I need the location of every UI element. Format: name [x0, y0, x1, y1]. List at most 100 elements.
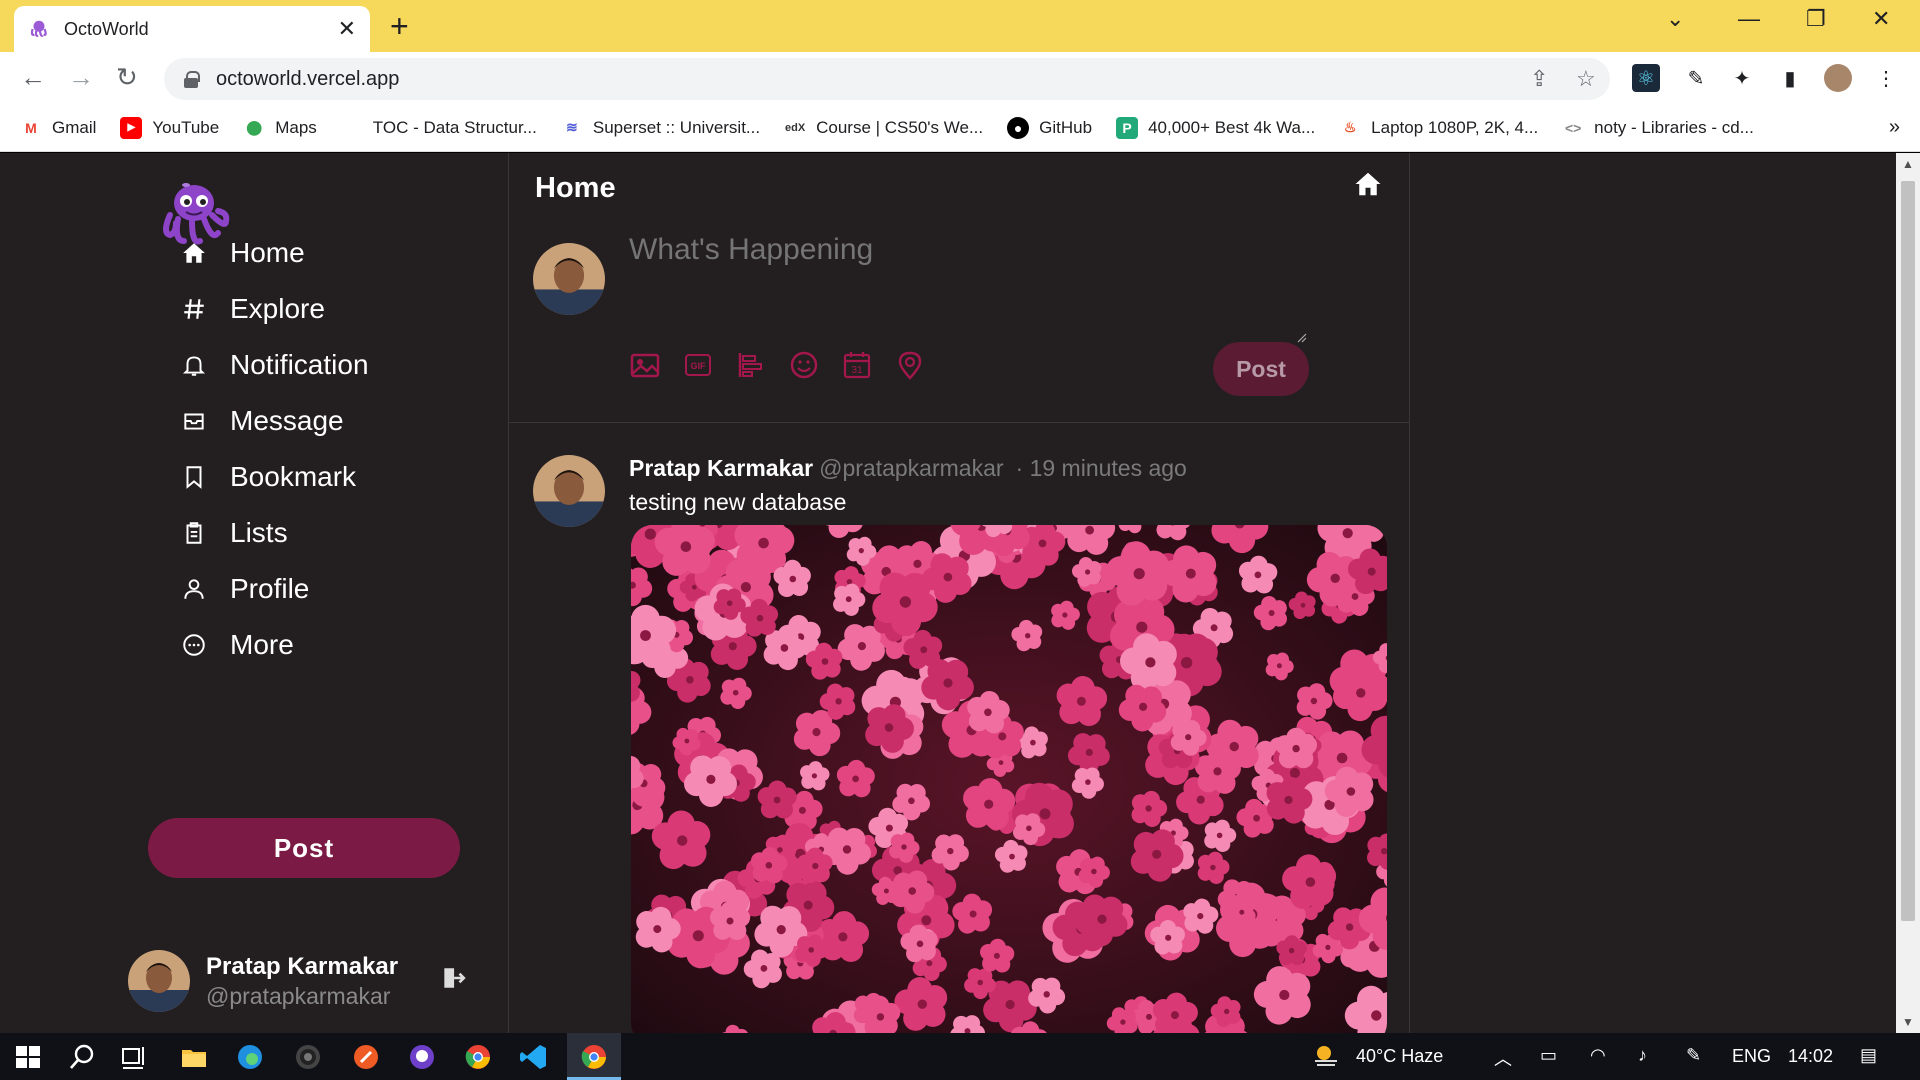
extension-tool-icon[interactable]: ✎ [1682, 64, 1710, 92]
nav-item-home[interactable]: Home [180, 237, 305, 269]
nav-item-notification[interactable]: Notification [180, 349, 369, 381]
account-name: Pratap Karmakar [206, 952, 399, 980]
location-icon[interactable] [894, 349, 926, 381]
side-panel-icon[interactable]: ▮ [1776, 64, 1804, 92]
chrome-active-icon[interactable] [578, 1041, 610, 1073]
edge-icon[interactable] [234, 1041, 266, 1073]
post-author-handle[interactable]: @pratapkarmakar [819, 455, 1003, 482]
tray-chevron-icon[interactable]: ︿ [1494, 1045, 1512, 1071]
resize-grip-icon[interactable] [1295, 331, 1307, 343]
svg-text:31: 31 [851, 365, 863, 376]
restore-icon[interactable]: ❐ [1806, 6, 1826, 32]
more-circle-icon [180, 631, 208, 659]
search-icon[interactable] [66, 1041, 98, 1073]
avatar [533, 243, 605, 315]
nav-item-bookmark[interactable]: Bookmark [180, 461, 356, 493]
star-icon[interactable]: ☆ [1576, 66, 1596, 92]
bookmark-cs50[interactable]: edX Course | CS50's We... [784, 117, 983, 139]
close-window-icon[interactable]: ✕ [1872, 6, 1890, 32]
bookmark-laptop[interactable]: ♨ Laptop 1080P, 2K, 4... [1339, 117, 1538, 139]
bookmark-noty[interactable]: <> noty - Libraries - cd... [1562, 117, 1754, 139]
octoworld-page: Home Explore Notification Message Bookma… [0, 153, 1896, 1033]
windows-taskbar: 40°C Haze ︿ ▭ ◠ ♪ ✎ ENG 14:02 ▤ [0, 1033, 1920, 1080]
bookmark-wallpapers[interactable]: P 40,000+ Best 4k Wa... [1116, 116, 1315, 139]
weather-text[interactable]: 40°C Haze [1356, 1046, 1443, 1067]
post-author-name[interactable]: Pratap Karmakar [629, 455, 813, 482]
new-tab-button[interactable]: + [390, 8, 409, 45]
browser-menu-icon[interactable]: ⋮ [1872, 64, 1900, 92]
scroll-thumb[interactable] [1901, 181, 1915, 921]
react-devtools-icon[interactable]: ⚛ [1632, 64, 1660, 92]
volume-icon[interactable]: ♪ [1638, 1045, 1647, 1066]
github-icon: ● [1007, 116, 1030, 139]
wallpaper-icon: P [1116, 116, 1139, 139]
nav-item-explore[interactable]: Explore [180, 293, 325, 325]
wifi-icon[interactable]: ◠ [1590, 1045, 1606, 1066]
bookmark-youtube[interactable]: ▶ YouTube [120, 116, 219, 139]
tab-search-icon[interactable]: ⌄ [1666, 6, 1684, 32]
scroll-up-icon[interactable]: ▲ [1902, 157, 1914, 171]
weather-haze-icon[interactable] [1310, 1041, 1342, 1073]
reload-icon[interactable]: ↻ [116, 62, 138, 93]
clock[interactable]: 14:02 [1788, 1046, 1833, 1067]
bookmark-superset[interactable]: ≋ Superset :: Universit... [561, 117, 760, 139]
obs-icon[interactable] [292, 1041, 324, 1073]
edx-icon: edX [785, 121, 806, 134]
post-image[interactable] [631, 525, 1387, 1033]
inbox-icon [180, 407, 208, 435]
forward-arrow-icon[interactable]: → [68, 62, 94, 93]
profile-avatar-icon[interactable] [1824, 64, 1852, 92]
bookmark-maps[interactable]: ⬤ Maps [243, 117, 316, 139]
nav-item-more[interactable]: More [180, 629, 294, 661]
more-bookmarks-icon[interactable]: » [1889, 116, 1900, 139]
whats-happening-input[interactable] [629, 233, 1309, 343]
bookmark-label: Gmail [52, 117, 97, 137]
language-indicator[interactable]: ENG [1732, 1046, 1771, 1067]
page-scrollbar[interactable]: ▲ ▼ [1896, 153, 1920, 1033]
scroll-down-icon[interactable]: ▼ [1902, 1015, 1914, 1029]
file-explorer-icon[interactable] [178, 1041, 210, 1073]
calendar-icon[interactable]: 31 [841, 349, 873, 381]
bookmark-gmail[interactable]: M Gmail [20, 117, 96, 139]
tab-close-icon[interactable]: ✕ [338, 16, 356, 42]
share-icon[interactable]: ⇪ [1530, 66, 1548, 92]
image-icon[interactable] [629, 349, 661, 381]
task-view-icon[interactable] [118, 1041, 150, 1073]
bookmark-toc[interactable]: TOC - Data Structur... [341, 117, 537, 139]
bookmark-github[interactable]: ● GitHub [1007, 116, 1092, 139]
nav-label: Home [230, 237, 305, 268]
puzzle-extensions-icon[interactable]: ✦ [1728, 64, 1756, 92]
url-text: octoworld.vercel.app [216, 67, 400, 90]
home-icon[interactable] [1353, 169, 1383, 199]
compose-post-button[interactable]: Post [1213, 342, 1309, 396]
emoji-icon[interactable] [788, 349, 820, 381]
nav-item-profile[interactable]: Profile [180, 573, 309, 605]
address-bar[interactable]: octoworld.vercel.app ⇪ ☆ [164, 58, 1610, 100]
bookmark-label: Laptop 1080P, 2K, 4... [1371, 117, 1539, 137]
battery-icon[interactable]: ▭ [1540, 1045, 1557, 1066]
postman-icon[interactable] [350, 1041, 382, 1073]
nav-label: Message [230, 405, 344, 436]
vscode-icon[interactable] [518, 1041, 550, 1073]
account-handle: @pratapkarmakar [206, 982, 391, 1009]
nav-item-message[interactable]: Message [180, 405, 344, 437]
sidebar-post-button[interactable]: Post [148, 818, 460, 878]
pen-icon[interactable]: ✎ [1686, 1045, 1701, 1066]
code-icon: <> [1564, 119, 1582, 136]
poll-icon[interactable] [735, 349, 767, 381]
nav-label: Profile [230, 573, 310, 604]
logout-icon[interactable] [440, 965, 466, 991]
bookmark-label: Superset :: Universit... [592, 117, 761, 137]
account-switcher[interactable]: Pratap Karmakar @pratapkarmakar [128, 950, 398, 1012]
hash-icon [180, 295, 208, 323]
nav-item-lists[interactable]: Lists [180, 517, 288, 549]
avatar[interactable] [533, 455, 605, 527]
gif-icon[interactable]: GIF [682, 349, 714, 381]
chrome-icon[interactable] [462, 1041, 494, 1073]
notification-center-icon[interactable]: ▤ [1860, 1045, 1877, 1066]
back-arrow-icon[interactable]: ← [20, 62, 46, 93]
github-desktop-icon[interactable] [406, 1041, 438, 1073]
windows-start-icon[interactable] [12, 1041, 44, 1073]
browser-tab[interactable]: OctoWorld ✕ [14, 6, 370, 52]
minimize-icon[interactable]: — [1738, 6, 1760, 32]
